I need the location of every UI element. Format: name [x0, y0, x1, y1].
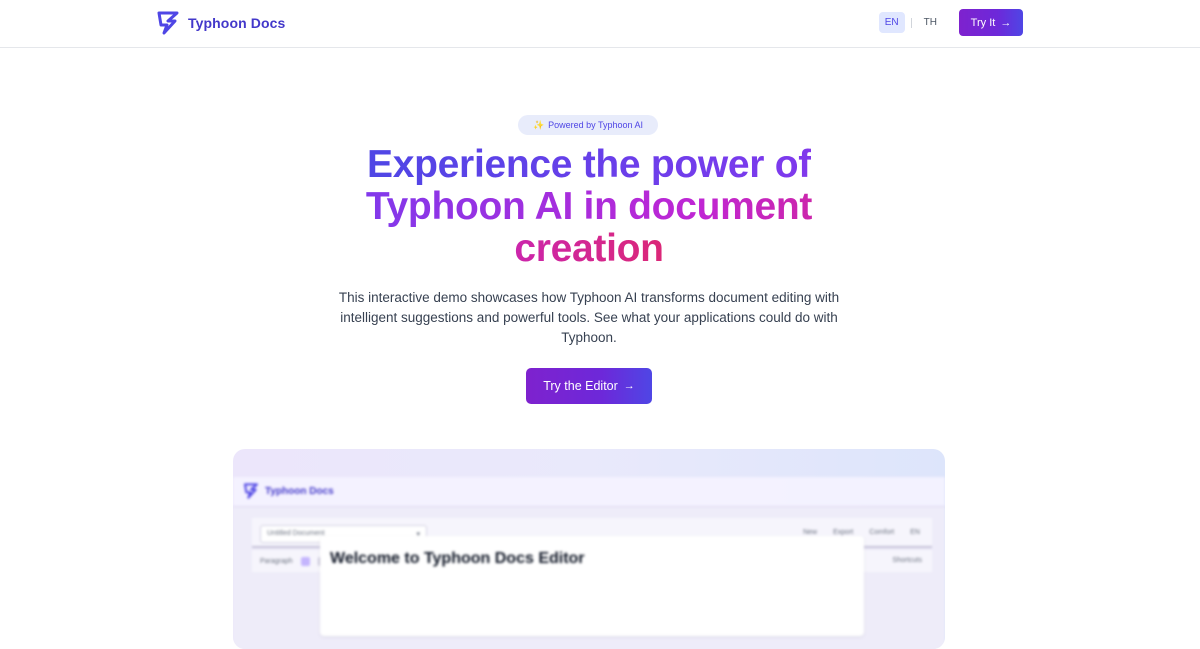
hero-headline-text: Experience the power of Typhoon AI in do… — [365, 143, 813, 270]
typhoon-logo-icon — [244, 483, 258, 499]
arrow-right-icon: → — [1000, 16, 1012, 29]
preview-brand-name: Typhoon Docs — [265, 485, 334, 497]
preview-document-page: Welcome to Typhoon Docs Editor — [320, 536, 864, 636]
preview-document-title: Welcome to Typhoon Docs Editor — [330, 550, 585, 567]
try-it-label: Try It — [970, 16, 996, 29]
powered-by-badge: ✨ Powered by Typhoon AI — [518, 115, 658, 135]
preview-document-name: Untitled Document — [267, 530, 325, 537]
typhoon-logo-icon — [157, 11, 179, 35]
editor-preview[interactable]: Typhoon Docs Untitled Document ▾ New Exp… — [233, 449, 945, 649]
badge-label: Powered by Typhoon AI — [548, 120, 644, 130]
preview-shortcuts: Shortcuts — [892, 557, 922, 564]
nav-actions: EN TH Try It → — [878, 9, 1023, 36]
preview-action-comfort: Comfort — [869, 529, 895, 536]
try-editor-button[interactable]: Try the Editor → — [526, 368, 652, 404]
brand-name: Typhoon Docs — [188, 15, 286, 31]
brand-link[interactable]: Typhoon Docs — [156, 10, 285, 36]
preview-actions: New Export Comfort EN — [803, 529, 920, 536]
hero-description: This interactive demo showcases how Typh… — [338, 290, 840, 345]
preview-action-new: New — [803, 529, 818, 536]
preview-navbar: Typhoon Docs — [233, 477, 945, 507]
lang-en-button[interactable]: EN — [878, 12, 905, 33]
format-tool-icon — [300, 556, 310, 566]
try-it-button[interactable]: Try It → — [959, 9, 1023, 36]
lang-th-button[interactable]: TH — [918, 12, 943, 33]
sparkles-icon: ✨ — [532, 119, 545, 130]
preview-action-lang: EN — [910, 529, 920, 536]
preview-action-export: Export — [833, 529, 854, 536]
preview-style-select: Paragraph — [260, 557, 293, 565]
editor-preview-content: Typhoon Docs Untitled Document ▾ New Exp… — [233, 449, 945, 649]
top-navbar: Typhoon Docs EN TH Try It → — [0, 0, 1200, 48]
arrow-right-icon: → — [623, 380, 635, 392]
lang-divider — [910, 17, 912, 28]
preview-brand: Typhoon Docs — [243, 482, 334, 500]
try-editor-label: Try the Editor — [543, 379, 618, 393]
hero-headline: Experience the power of Typhoon AI in do… — [300, 144, 878, 270]
